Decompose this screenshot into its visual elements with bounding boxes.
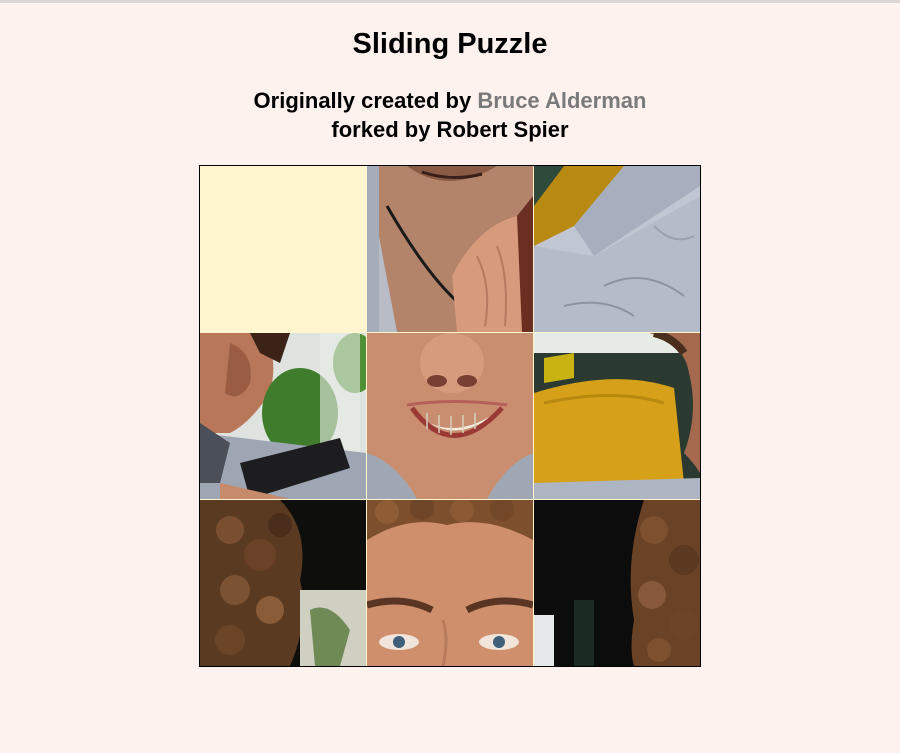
tile-yellow-seat[interactable] <box>534 333 700 499</box>
credits-line-1: Originally created by Bruce Alderman <box>0 86 900 115</box>
empty-slot <box>200 166 367 333</box>
tile-curly-hair-right[interactable] <box>534 500 700 666</box>
tile-eyes-forehead[interactable] <box>367 500 533 666</box>
tile-curly-hair-left[interactable] <box>200 500 366 666</box>
tile-smile[interactable] <box>367 333 533 499</box>
credits-prefix: Originally created by <box>253 88 472 113</box>
credits-line-2: forked by Robert Spier <box>331 117 569 142</box>
top-border <box>0 0 900 3</box>
credits: Originally created by Bruce Alderman for… <box>0 86 900 144</box>
page-title: Sliding Puzzle <box>352 28 548 60</box>
tile-shoulder-shirt[interactable] <box>534 166 700 332</box>
tile-ear-hedge-watch[interactable] <box>200 333 366 499</box>
puzzle-board <box>199 165 701 667</box>
author-link[interactable]: Bruce Alderman <box>477 88 646 113</box>
tile-chin-necklace[interactable] <box>367 166 533 332</box>
